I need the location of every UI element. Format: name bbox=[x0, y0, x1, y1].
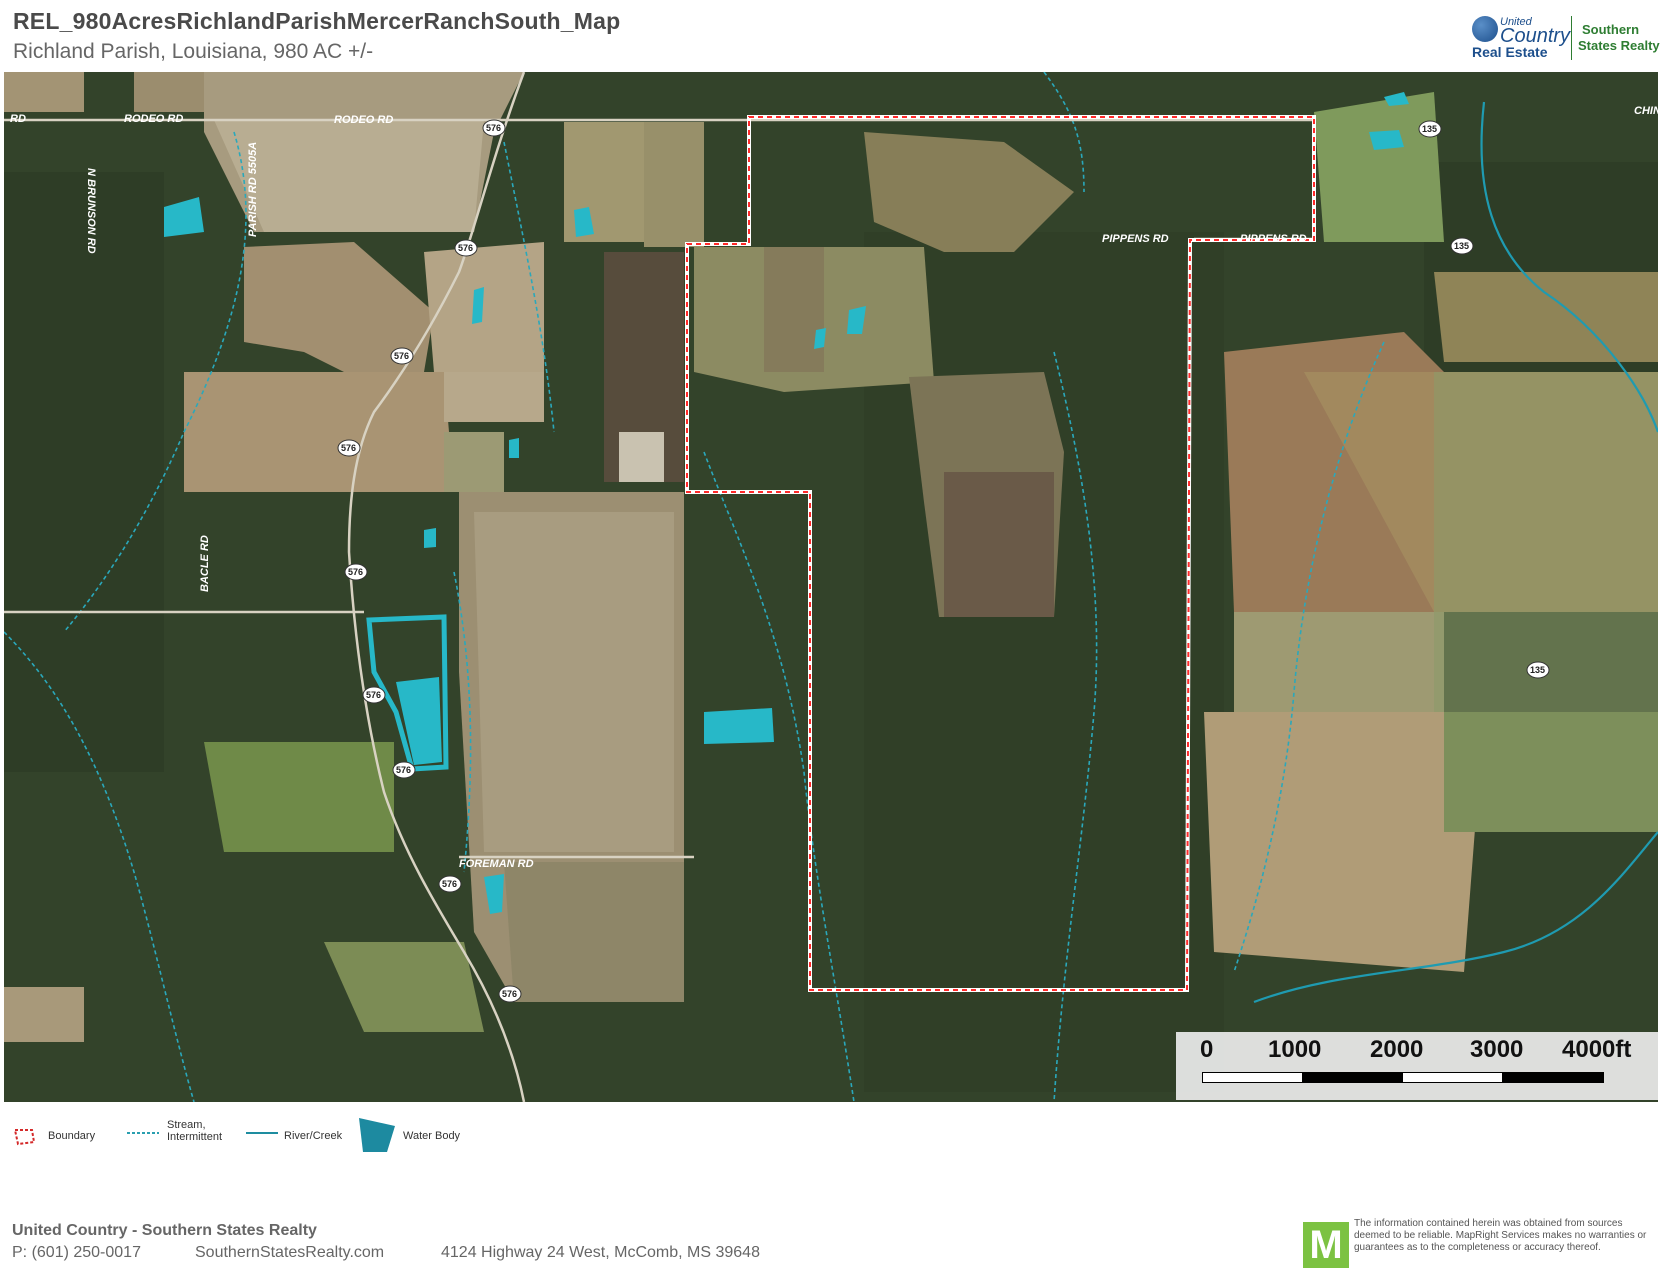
scale-segment-3 bbox=[1402, 1072, 1504, 1083]
route-shield: 576 bbox=[337, 439, 361, 457]
road-label-chin: CHIN bbox=[1634, 105, 1658, 117]
road-label-pippens-2: PIPPENS RD bbox=[1240, 233, 1307, 245]
svg-text:135: 135 bbox=[1422, 124, 1437, 134]
svg-text:576: 576 bbox=[341, 443, 356, 453]
footer-disclaimer: The information contained herein was obt… bbox=[1354, 1218, 1647, 1253]
legend-stream-label-1: Stream, bbox=[167, 1119, 206, 1131]
legend-river: River/Creek bbox=[246, 1116, 366, 1156]
road-label-parish-rd: PARISH RD 5505A bbox=[247, 142, 259, 237]
svg-text:135: 135 bbox=[1530, 665, 1545, 675]
logo-southern-text: Southern bbox=[1582, 22, 1640, 37]
road-label-rodeo-2: RODEO RD bbox=[334, 114, 393, 126]
river-line-icon bbox=[246, 1132, 278, 1134]
route-shield: 576 bbox=[454, 239, 478, 257]
scale-tick-4000: 4000ft bbox=[1562, 1036, 1632, 1063]
road-label-rodeo-1: RODEO RD bbox=[124, 113, 183, 125]
route-shield: 576 bbox=[438, 875, 462, 893]
route-shield: 576 bbox=[344, 563, 368, 581]
svg-text:576: 576 bbox=[348, 567, 363, 577]
route-shield: 135 bbox=[1526, 661, 1550, 679]
route-shield: 576 bbox=[390, 347, 414, 365]
legend-stream: Stream, Intermittent bbox=[127, 1116, 247, 1156]
route-shield: 135 bbox=[1450, 237, 1474, 255]
footer-company: United Country - Southern States Realty bbox=[12, 1222, 317, 1239]
svg-text:576: 576 bbox=[486, 123, 501, 133]
logo-states-realty-text: States Realty bbox=[1578, 38, 1660, 53]
scale-segment-1 bbox=[1202, 1072, 1304, 1083]
scale-segment-2 bbox=[1302, 1072, 1404, 1083]
legend-water-label: Water Body bbox=[403, 1130, 461, 1142]
footer-phone[interactable]: P: (601) 250-0017 bbox=[12, 1244, 141, 1262]
scale-bar: 0 1000 2000 3000 4000ft bbox=[1176, 1032, 1658, 1100]
map-subtitle: Richland Parish, Louisiana, 980 AC +/- bbox=[13, 40, 374, 63]
svg-text:576: 576 bbox=[396, 765, 411, 775]
legend-boundary: Boundary bbox=[12, 1116, 122, 1156]
scale-tick-1000: 1000 bbox=[1268, 1036, 1322, 1063]
map-legend: Boundary Stream, Intermittent River/Cree… bbox=[12, 1116, 532, 1156]
road-label-rodeo-west: RD bbox=[10, 113, 26, 125]
svg-text:135: 135 bbox=[1454, 241, 1469, 251]
globe-icon bbox=[1472, 16, 1498, 42]
aerial-map-canvas: RD RODEO RD RODEO RD N BRUNSON RD PARISH… bbox=[4, 72, 1658, 1102]
footer-address: 4124 Highway 24 West, McComb, MS 39648 bbox=[441, 1244, 760, 1261]
svg-text:576: 576 bbox=[366, 690, 381, 700]
stream-line-icon bbox=[127, 1132, 159, 1134]
legend-boundary-label: Boundary bbox=[48, 1130, 96, 1142]
water-body-icon bbox=[359, 1118, 395, 1152]
route-shield: 576 bbox=[498, 985, 522, 1003]
route-shield: 135 bbox=[1418, 120, 1442, 138]
svg-text:576: 576 bbox=[458, 243, 473, 253]
route-shield: 576 bbox=[392, 761, 416, 779]
united-country-logo: United Country Real Estate Southern Stat… bbox=[1470, 14, 1660, 62]
scale-tick-3000: 3000 bbox=[1470, 1036, 1524, 1063]
svg-text:576: 576 bbox=[502, 989, 517, 999]
scale-tick-2000: 2000 bbox=[1370, 1036, 1424, 1063]
scale-tick-0: 0 bbox=[1200, 1036, 1214, 1063]
scale-segment-4 bbox=[1502, 1072, 1604, 1083]
map-title: REL_980AcresRichlandParishMercerRanchSou… bbox=[13, 8, 621, 34]
route-shield: 576 bbox=[362, 686, 386, 704]
road-label-foreman: FOREMAN RD bbox=[459, 858, 534, 870]
legend-river-label: River/Creek bbox=[284, 1130, 343, 1142]
svg-text:576: 576 bbox=[394, 351, 409, 361]
logo-real-estate-text: Real Estate bbox=[1472, 44, 1548, 60]
boundary-icon bbox=[13, 1129, 36, 1146]
aerial-map[interactable]: RD RODEO RD RODEO RD N BRUNSON RD PARISH… bbox=[4, 72, 1658, 1102]
legend-water: Water Body bbox=[357, 1116, 497, 1156]
road-label-n-brunson: N BRUNSON RD bbox=[85, 168, 97, 254]
logo-divider bbox=[1571, 16, 1572, 60]
route-shield: 576 bbox=[482, 119, 506, 137]
footer-website-link[interactable]: SouthernStatesRealty.com bbox=[195, 1244, 384, 1262]
svg-text:576: 576 bbox=[442, 879, 457, 889]
road-label-bacle: BACLE RD bbox=[199, 535, 211, 592]
road-label-pippens-1: PIPPENS RD bbox=[1102, 233, 1169, 245]
legend-stream-label-2: Intermittent bbox=[167, 1131, 223, 1143]
mapright-logo-icon: M bbox=[1303, 1222, 1349, 1268]
